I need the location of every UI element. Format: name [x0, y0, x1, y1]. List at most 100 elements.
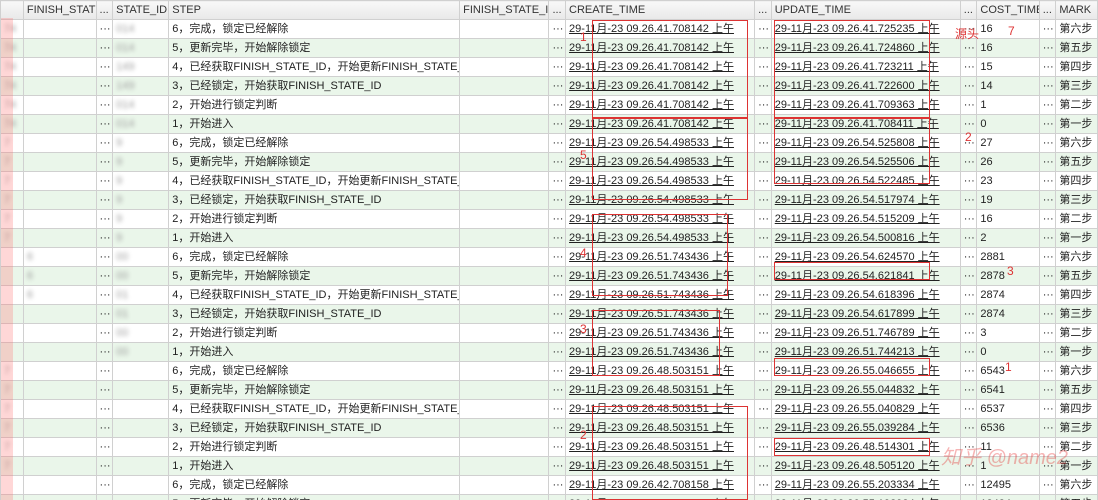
smear-cell[interactable]: 74 — [1, 20, 24, 39]
step-cell[interactable]: 2，开始进行锁定判断 — [169, 438, 460, 457]
finish-state-id2-cell[interactable] — [460, 115, 549, 134]
ellipsis-cell[interactable]: ··· — [96, 115, 113, 134]
step-cell[interactable]: 6，完成，锁定已经解除 — [169, 248, 460, 267]
ellipsis-cell[interactable]: ··· — [96, 476, 113, 495]
ellipsis-cell[interactable]: ··· — [755, 286, 772, 305]
state-id-cell[interactable]: 9 — [113, 191, 169, 210]
ellipsis-cell[interactable]: ··· — [755, 343, 772, 362]
ellipsis-cell[interactable]: ··· — [755, 305, 772, 324]
table-row[interactable]: ···6，完成，锁定已经解除···29-11月-23 09.26.42.7081… — [1, 476, 1098, 495]
cost-time-cell[interactable]: 6543 — [977, 362, 1039, 381]
update-time-cell[interactable]: 29-11月-23 09.26.51.746789 上午 — [771, 324, 960, 343]
ellipsis-cell[interactable]: ··· — [1039, 58, 1056, 77]
table-row[interactable]: 74···0145，更新完毕，开始解除锁定···29-11月-23 09.26.… — [1, 39, 1098, 58]
ellipsis-cell[interactable]: ··· — [96, 419, 113, 438]
smear-cell[interactable]: 7 — [1, 172, 24, 191]
finish-state-id2-cell[interactable] — [460, 286, 549, 305]
ellipsis-cell[interactable]: ··· — [1039, 305, 1056, 324]
cost-time-cell[interactable]: 19 — [977, 191, 1039, 210]
create-time-cell[interactable]: 29-11月-23 09.26.54.498533 上午 — [566, 210, 755, 229]
create-time-cell[interactable]: 29-11月-23 09.26.51.743436 上午 — [566, 343, 755, 362]
ellipsis-cell[interactable]: ··· — [755, 381, 772, 400]
col-cost-time[interactable]: COST_TIME — [977, 1, 1039, 20]
col-update-time[interactable]: UPDATE_TIME — [771, 1, 960, 20]
table-row[interactable]: 7···6，完成，锁定已经解除···29-11月-23 09.26.48.503… — [1, 362, 1098, 381]
state-id-cell[interactable]: 9 — [113, 172, 169, 191]
step-cell[interactable]: 3，已经锁定，开始获取FINISH_STATE_ID — [169, 77, 460, 96]
ellipsis-cell[interactable]: ··· — [960, 305, 977, 324]
create-time-cell[interactable]: 29-11月-23 09.26.54.498533 上午 — [566, 153, 755, 172]
ellipsis-cell[interactable]: ··· — [960, 381, 977, 400]
state-id-cell[interactable]: 00 — [113, 248, 169, 267]
state-id-cell[interactable]: 01 — [113, 305, 169, 324]
ellipsis-cell[interactable]: ··· — [1039, 115, 1056, 134]
ellipsis-cell[interactable]: ··· — [549, 400, 566, 419]
ellipsis-cell[interactable]: ··· — [960, 438, 977, 457]
ellipsis-cell[interactable]: ··· — [960, 39, 977, 58]
ellipsis-cell[interactable]: ··· — [1039, 172, 1056, 191]
smear-cell[interactable] — [1, 267, 24, 286]
create-time-cell[interactable]: 29-11月-23 09.26.48.503151 上午 — [566, 362, 755, 381]
col-finish-state-id[interactable]: FINISH_STATE_ID — [23, 1, 96, 20]
mark-cell[interactable]: 第一步 — [1056, 343, 1098, 362]
col-ellipsis[interactable]: ... — [549, 1, 566, 20]
finish-state-id2-cell[interactable] — [460, 20, 549, 39]
step-cell[interactable]: 1，开始进入 — [169, 343, 460, 362]
finish-state-id2-cell[interactable] — [460, 476, 549, 495]
ellipsis-cell[interactable]: ··· — [960, 419, 977, 438]
ellipsis-cell[interactable]: ··· — [549, 210, 566, 229]
step-cell[interactable]: 3，已经锁定，开始获取FINISH_STATE_ID — [169, 191, 460, 210]
update-time-cell[interactable]: 29-11月-23 09.26.48.514301 上午 — [771, 438, 960, 457]
mark-cell[interactable]: 第一步 — [1056, 229, 1098, 248]
ellipsis-cell[interactable]: ··· — [549, 305, 566, 324]
ellipsis-cell[interactable]: ··· — [960, 400, 977, 419]
update-time-cell[interactable]: 29-11月-23 09.26.54.621841 上午 — [771, 267, 960, 286]
finish-state-id2-cell[interactable] — [460, 324, 549, 343]
ellipsis-cell[interactable]: ··· — [96, 457, 113, 476]
col-state-id[interactable]: STATE_ID — [113, 1, 169, 20]
cost-time-cell[interactable]: 6537 — [977, 400, 1039, 419]
ellipsis-cell[interactable]: ··· — [755, 96, 772, 115]
finish-state-id2-cell[interactable] — [460, 191, 549, 210]
smear-cell[interactable]: 7 — [1, 362, 24, 381]
cost-time-cell[interactable]: 3 — [977, 324, 1039, 343]
col-step[interactable]: STEP — [169, 1, 460, 20]
ellipsis-cell[interactable]: ··· — [1039, 39, 1056, 58]
finish-state-id2-cell[interactable] — [460, 58, 549, 77]
finish-state-id-cell[interactable] — [23, 476, 96, 495]
col-blank[interactable] — [1, 1, 24, 20]
finish-state-id-cell[interactable] — [23, 438, 96, 457]
update-time-cell[interactable]: 29-11月-23 09.26.51.744213 上午 — [771, 343, 960, 362]
ellipsis-cell[interactable]: ··· — [96, 58, 113, 77]
update-time-cell[interactable]: 29-11月-23 09.26.41.709363 上午 — [771, 96, 960, 115]
finish-state-id-cell[interactable] — [23, 20, 96, 39]
finish-state-id2-cell[interactable] — [460, 172, 549, 191]
ellipsis-cell[interactable]: ··· — [755, 172, 772, 191]
cost-time-cell[interactable]: 2874 — [977, 286, 1039, 305]
cost-time-cell[interactable]: 2 — [977, 229, 1039, 248]
mark-cell[interactable]: 第四步 — [1056, 58, 1098, 77]
smear-cell[interactable]: 7 — [1, 191, 24, 210]
update-time-cell[interactable]: 29-11月-23 09.26.41.722600 上午 — [771, 77, 960, 96]
update-time-cell[interactable]: 29-11月-23 09.26.54.624570 上午 — [771, 248, 960, 267]
create-time-cell[interactable]: 29-11月-23 09.26.54.498533 上午 — [566, 172, 755, 191]
ellipsis-cell[interactable]: ··· — [755, 362, 772, 381]
ellipsis-cell[interactable]: ··· — [755, 229, 772, 248]
state-id-cell[interactable] — [113, 381, 169, 400]
ellipsis-cell[interactable]: ··· — [1039, 286, 1056, 305]
smear-cell[interactable] — [1, 305, 24, 324]
mark-cell[interactable]: 第四步 — [1056, 286, 1098, 305]
mark-cell[interactable]: 第六步 — [1056, 362, 1098, 381]
ellipsis-cell[interactable]: ··· — [960, 362, 977, 381]
cost-time-cell[interactable]: 27 — [977, 134, 1039, 153]
state-id-cell[interactable] — [113, 400, 169, 419]
finish-state-id-cell[interactable] — [23, 419, 96, 438]
step-cell[interactable]: 5，更新完毕，开始解除锁定 — [169, 267, 460, 286]
cost-time-cell[interactable]: 6541 — [977, 381, 1039, 400]
mark-cell[interactable]: 第五步 — [1056, 267, 1098, 286]
finish-state-id2-cell[interactable] — [460, 96, 549, 115]
col-ellipsis[interactable]: ... — [1039, 1, 1056, 20]
ellipsis-cell[interactable]: ··· — [755, 400, 772, 419]
ellipsis-cell[interactable]: ··· — [960, 457, 977, 476]
finish-state-id-cell[interactable] — [23, 153, 96, 172]
